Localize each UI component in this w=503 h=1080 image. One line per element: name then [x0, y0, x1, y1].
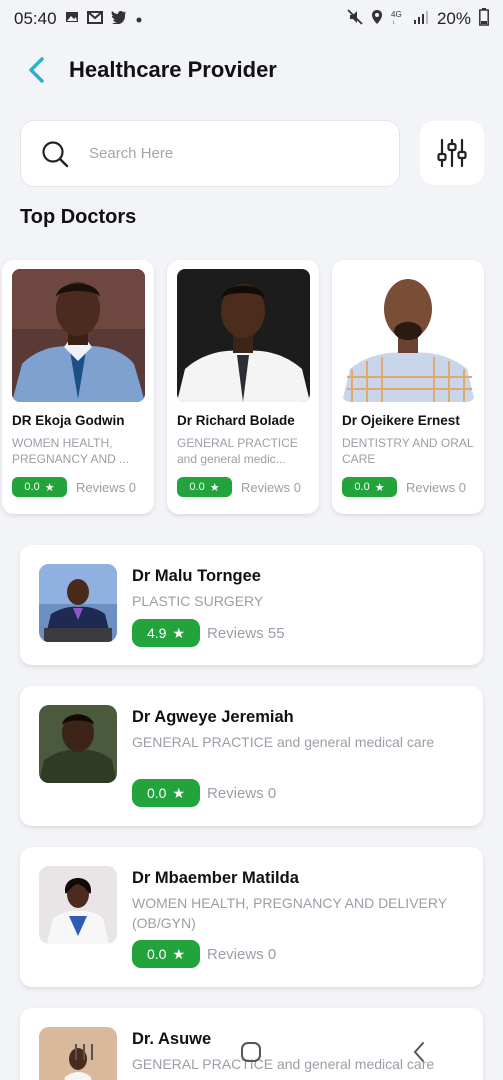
- doctor-name: Dr Mbaember Matilda: [132, 869, 299, 887]
- filter-button[interactable]: [420, 121, 484, 185]
- doctor-specialty: GENERAL PRACTICE and general medical car…: [132, 734, 435, 750]
- rating-badge: 0.0 ★: [132, 940, 200, 968]
- gmail-icon: [86, 9, 103, 29]
- star-icon: ★: [172, 784, 186, 801]
- recent-apps-icon: [74, 1044, 93, 1060]
- recent-apps-button[interactable]: [64, 1032, 104, 1072]
- rating-badge: 0.0 ★: [12, 477, 67, 497]
- reviews-count: Reviews 0: [241, 480, 301, 495]
- top-doctor-card-2[interactable]: Dr Richard Bolade GENERAL PRACTICE and g…: [167, 260, 319, 514]
- reviews-count: Reviews 0: [406, 480, 466, 495]
- doctor-specialty: PLASTIC SURGERY: [132, 593, 264, 609]
- top-doctors-heading: Top Doctors: [20, 206, 137, 228]
- rating-value: 4.9: [146, 625, 167, 641]
- svg-text:4G: 4G: [391, 10, 402, 19]
- dot-icon: [135, 9, 143, 29]
- doctor-photo: [39, 564, 117, 642]
- rating-badge: 0.0 ★: [342, 477, 397, 497]
- doctor-photo: [39, 705, 117, 783]
- system-back-button[interactable]: [399, 1032, 439, 1072]
- doctor-photo: [12, 269, 145, 402]
- rating-badge: 0.0 ★: [177, 477, 232, 497]
- rating-value: 0.0: [354, 481, 370, 493]
- status-time: 05:40: [14, 9, 57, 28]
- sliders-icon: [437, 138, 467, 168]
- doctor-name: DR Ekoja Godwin: [12, 413, 125, 428]
- star-icon: ★: [374, 481, 385, 494]
- reviews-count: Reviews 0: [207, 785, 277, 802]
- reviews-count: Reviews 0: [76, 480, 136, 495]
- doctor-name: Dr Malu Torngee: [132, 567, 261, 585]
- doctor-name: Dr Richard Bolade: [177, 413, 295, 428]
- search-bar[interactable]: [20, 120, 400, 187]
- app-header: Healthcare Provider: [0, 48, 503, 92]
- search-input[interactable]: [89, 145, 369, 162]
- star-icon: ★: [44, 481, 55, 494]
- system-nav-bar: [0, 1024, 503, 1080]
- signal-icon: [413, 9, 429, 29]
- rating-value: 0.0: [146, 946, 167, 962]
- doctor-photo: [342, 269, 475, 402]
- rating-value: 0.0: [146, 785, 167, 801]
- location-icon: [371, 9, 383, 30]
- reviews-count: Reviews 55: [207, 625, 285, 642]
- top-doctor-card-3[interactable]: Dr Ojeikere Ernest DENTISTRY AND ORAL CA…: [332, 260, 484, 514]
- doctor-list-item-3[interactable]: Dr Mbaember Matilda WOMEN HEALTH, PREGNA…: [20, 847, 483, 987]
- chevron-left-icon: [29, 57, 44, 83]
- status-bar: 05:40 4G ↕ 20%: [0, 0, 503, 38]
- battery-icon: [479, 7, 489, 31]
- top-doctor-card-1[interactable]: DR Ekoja Godwin WOMEN HEALTH, PREGNANCY …: [2, 260, 154, 514]
- doctor-photo: [39, 866, 117, 944]
- mute-icon: [347, 8, 363, 30]
- home-button[interactable]: [231, 1032, 271, 1072]
- image-icon: [65, 9, 79, 29]
- battery-percent: 20%: [436, 9, 471, 28]
- doctor-name: Dr Ojeikere Ernest: [342, 413, 460, 428]
- back-button[interactable]: [22, 54, 50, 86]
- 4g-icon: 4G ↕: [391, 9, 405, 30]
- doctor-name: Dr Agweye Jeremiah: [132, 708, 294, 726]
- doctor-specialty: WOMEN HEALTH, PREGNANCY AND ...: [12, 436, 130, 466]
- reviews-count: Reviews 0: [207, 946, 277, 963]
- star-icon: ★: [209, 481, 220, 494]
- doctor-list-item-2[interactable]: Dr Agweye Jeremiah GENERAL PRACTICE and …: [20, 686, 483, 826]
- star-icon: ★: [172, 945, 186, 962]
- rating-value: 0.0: [189, 481, 205, 493]
- page-title: Healthcare Provider: [69, 57, 277, 82]
- rating-value: 0.0: [24, 481, 40, 493]
- rating-badge: 4.9 ★: [132, 619, 200, 647]
- svg-text:↕: ↕: [392, 20, 395, 25]
- doctor-list-item-1[interactable]: Dr Malu Torngee PLASTIC SURGERY 4.9 ★ Re…: [20, 545, 483, 665]
- rating-badge: 0.0 ★: [132, 779, 200, 807]
- search-icon: [41, 140, 69, 168]
- doctor-specialty: GENERAL PRACTICE and general medic...: [177, 436, 298, 466]
- home-icon: [241, 1042, 262, 1062]
- back-icon: [413, 1042, 425, 1062]
- star-icon: ★: [172, 624, 186, 641]
- twitter-icon: [111, 9, 127, 29]
- doctor-photo: [177, 269, 310, 402]
- doctor-specialty: WOMEN HEALTH, PREGNANCY AND DELIVERY (OB…: [132, 895, 447, 931]
- doctor-specialty: DENTISTRY AND ORAL CARE: [342, 436, 474, 466]
